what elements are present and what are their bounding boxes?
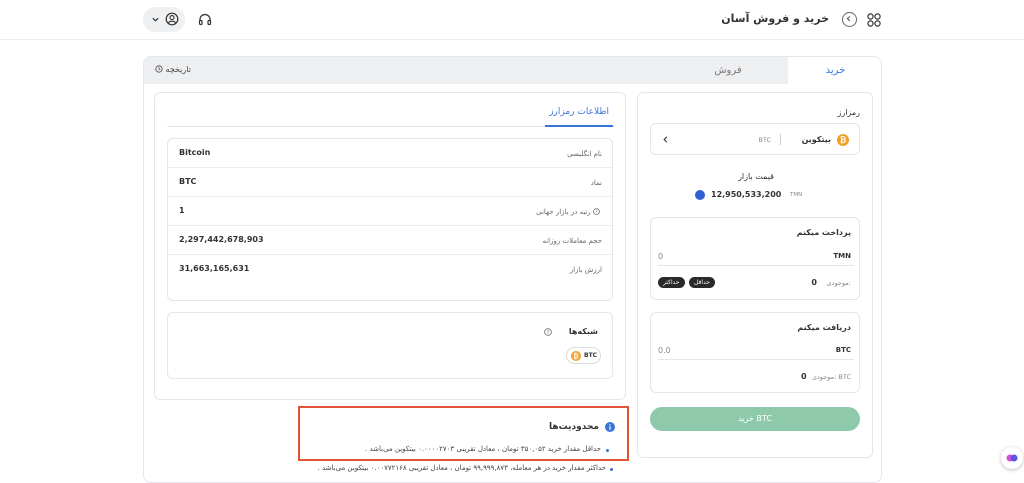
chevron-left-icon [846, 16, 851, 22]
crypto-info-panel: اطلاعات رمزارز نام انگلیسی Bitcoin نماد … [154, 92, 626, 400]
pay-amount-input[interactable]: 0 [658, 252, 663, 261]
trade-form: رمزارز ₿ بیتکوین BTC قیمت بازار 12,950,5… [637, 92, 873, 458]
market-price-value: 12,950,533,200 [711, 190, 782, 199]
row-key: نام انگلیسی [567, 150, 602, 158]
row-key: حجم معاملات روزانه [542, 237, 602, 245]
brain-icon [1006, 454, 1018, 462]
divider [658, 359, 854, 360]
market-price: 12,950,533,200 TMN [695, 189, 825, 201]
market-price-unit: TMN [790, 192, 803, 198]
pay-balance-label: موجودی: [826, 279, 851, 287]
coin-name: بیتکوین [801, 135, 831, 144]
row-value: BTC [179, 177, 197, 186]
buy-btc-button[interactable]: خرید BTC [650, 407, 860, 431]
limits-highlight: محدودیت‌ها حداقل مقدار خرید ۳۵۰,۰۵۲ توما… [298, 406, 629, 461]
pay-label: پرداخت میکنم [796, 228, 851, 237]
history-label: تاریخچه [165, 65, 191, 74]
divider [658, 265, 854, 266]
pay-balance-value: 0 [811, 278, 817, 287]
row-key: نماد [590, 179, 602, 187]
row-key-text: رتبه در بازار جهانی [536, 208, 591, 216]
tab-buy[interactable]: خرید [788, 57, 881, 84]
help-icon[interactable]: ? [593, 208, 600, 215]
pay-box: پرداخت میکنم 0 TMN موجودی: 0 حداقل حداکث… [650, 217, 860, 300]
user-icon [165, 12, 179, 26]
price-dot-icon [695, 190, 705, 200]
coin-symbol: BTC [758, 136, 771, 144]
network-chip[interactable]: ₿ BTC [566, 347, 601, 364]
max-button[interactable]: حداکثر [658, 277, 685, 288]
coin-selector[interactable]: ₿ بیتکوین BTC [650, 123, 860, 155]
floating-widget-button[interactable] [1001, 447, 1023, 469]
row-value: Bitcoin [179, 148, 211, 157]
market-price-label: قیمت بازار [738, 172, 774, 181]
bitcoin-icon: ₿ [837, 134, 849, 146]
receive-box: دریافت میکنم 0.0 BTC موجودی: BTC 0 [650, 312, 860, 393]
info-table: نام انگلیسی Bitcoin نماد BTC رتبه در باز… [167, 138, 613, 301]
row-value: 31,663,165,631 [179, 264, 250, 273]
history-icon [155, 65, 163, 73]
receive-balance-value: 0 [801, 372, 807, 381]
networks-label: شبکه‌ها [568, 327, 598, 336]
receive-currency: BTC [835, 346, 851, 354]
table-row: نماد BTC [168, 168, 612, 197]
chevron-down-icon [152, 17, 159, 22]
limit-item: حداقل مقدار خرید ۳۵۰,۰۵۲ تومان ، معادل ت… [365, 445, 601, 453]
back-button[interactable] [842, 12, 857, 27]
page-title: خرید و فروش آسان [721, 12, 829, 25]
bullet [610, 468, 613, 471]
networks-box: شبکه‌ها ? ₿ BTC [167, 312, 613, 379]
tab-crypto-info[interactable]: اطلاعات رمزارز [549, 107, 609, 117]
info-icon [605, 422, 615, 432]
table-row: رتبه در بازار جهانی ? 1 [168, 197, 612, 226]
table-row: نام انگلیسی Bitcoin [168, 139, 612, 168]
chevron-left-icon [663, 136, 668, 143]
top-bar: خرید و فروش آسان [0, 0, 1024, 40]
table-row: ارزش بازار 31,663,165,631 [168, 255, 612, 284]
bullet [606, 449, 609, 452]
receive-label: دریافت میکنم [797, 323, 851, 332]
row-key: رتبه در بازار جهانی ? [536, 208, 602, 216]
history-link[interactable]: تاریخچه [155, 65, 191, 74]
tab-sell[interactable]: فروش [668, 57, 788, 84]
network-chip-label: BTC [584, 352, 598, 359]
pay-currency: TMN [833, 252, 851, 260]
receive-amount-input[interactable]: 0.0 [658, 346, 671, 355]
active-tab-indicator [545, 125, 613, 127]
limit-item: حداکثر مقدار خرید در هر معامله، ۹۹,۹۹۹,۸… [317, 464, 606, 472]
receive-balance-label: موجودی: BTC [811, 373, 851, 381]
svg-text:₿: ₿ [840, 136, 847, 145]
support-headset-icon[interactable] [197, 12, 213, 28]
row-value: 1 [179, 206, 185, 215]
limits-title: محدودیت‌ها [549, 422, 599, 432]
row-key: ارزش بازار [569, 266, 602, 274]
svg-text:?: ? [595, 209, 597, 214]
divider [780, 134, 781, 145]
crypto-label: رمزارز [837, 108, 860, 117]
apps-grid-icon[interactable] [866, 12, 882, 28]
help-icon[interactable]: ? [544, 328, 552, 336]
tab-strip: خرید فروش تاریخچه [144, 57, 881, 84]
min-button[interactable]: حداقل [689, 277, 715, 288]
row-value: 2,297,442,678,903 [179, 235, 264, 244]
bitcoin-icon: ₿ [571, 351, 581, 361]
table-row: حجم معاملات روزانه 2,297,442,678,903 [168, 226, 612, 255]
user-menu[interactable] [143, 7, 185, 32]
svg-text:₿: ₿ [573, 352, 579, 360]
